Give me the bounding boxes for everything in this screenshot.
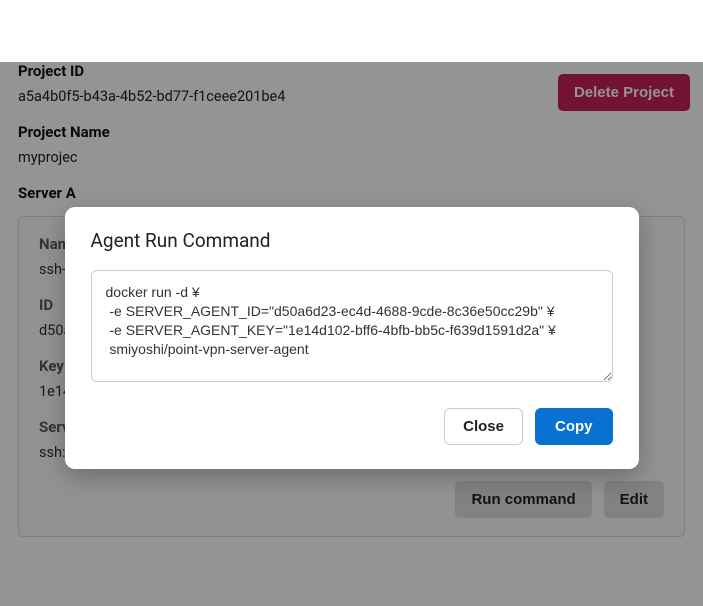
modal-title: Agent Run Command [91, 229, 613, 252]
agent-run-command-modal: Agent Run Command Close Copy [65, 207, 639, 469]
command-textarea[interactable] [91, 270, 613, 382]
modal-overlay[interactable]: Agent Run Command Close Copy [0, 62, 703, 606]
close-button[interactable]: Close [444, 408, 523, 445]
copy-button[interactable]: Copy [535, 408, 613, 445]
